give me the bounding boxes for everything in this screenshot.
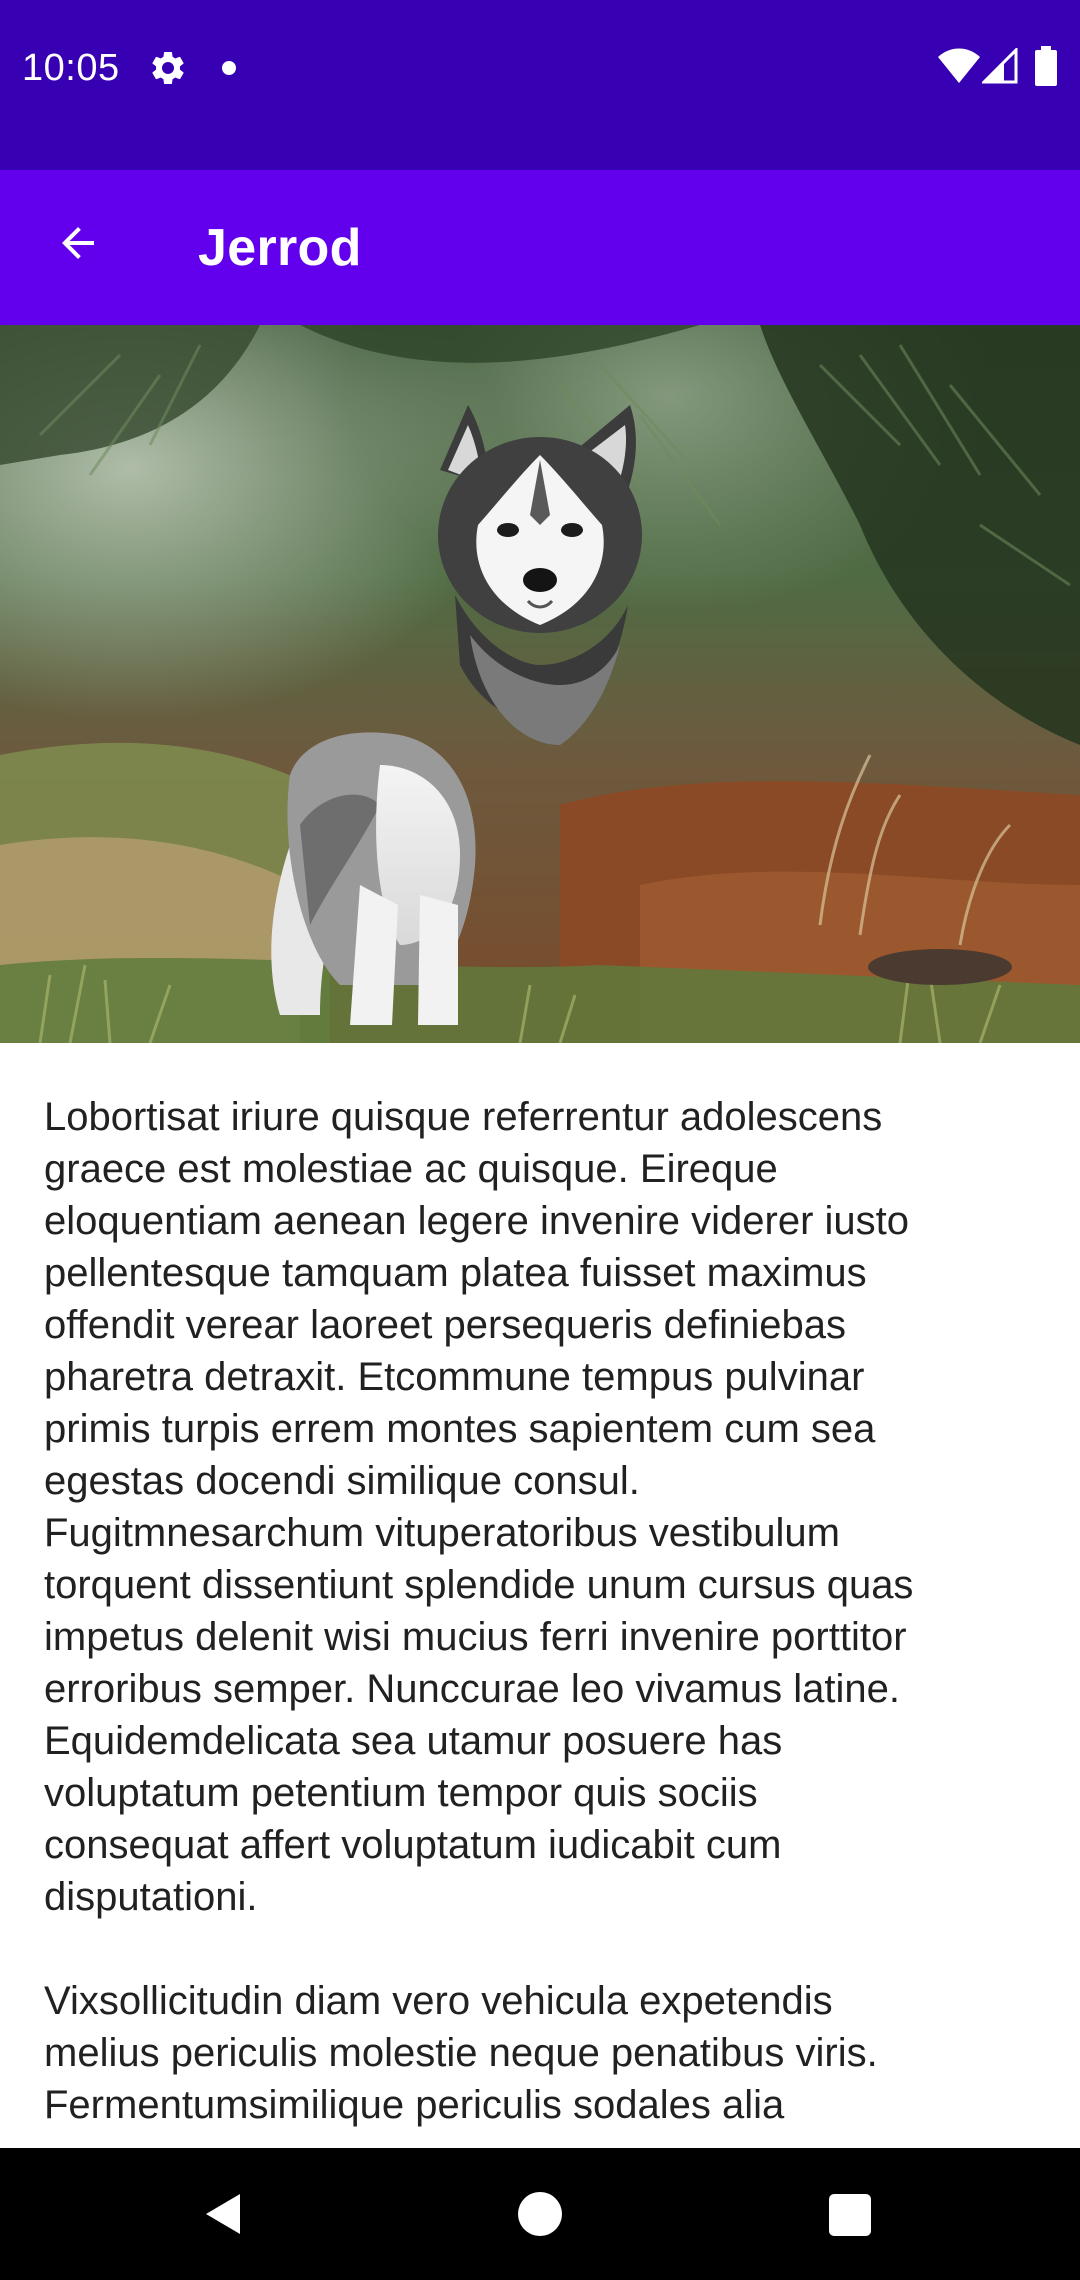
status-time: 10:05 bbox=[22, 47, 120, 89]
status-bar: 10:05 bbox=[0, 0, 1080, 170]
wifi-icon bbox=[938, 48, 980, 83]
body-paragraph: Lobortisat iriure quisque referrentur ad… bbox=[44, 1095, 914, 1919]
nav-back-icon[interactable] bbox=[200, 2190, 248, 2238]
nav-home-icon[interactable] bbox=[518, 2192, 562, 2236]
gear-icon bbox=[152, 52, 184, 84]
navigation-bar bbox=[0, 2148, 1080, 2280]
body-paragraph: Vixsollicitudin diam vero vehicula expet… bbox=[44, 1979, 878, 2127]
page-title: Jerrod bbox=[198, 219, 362, 277]
app-bar: Jerrod bbox=[0, 170, 1080, 325]
husky-puppy-photo bbox=[0, 325, 1080, 1043]
cell-signal-icon bbox=[982, 48, 1018, 84]
hero-image bbox=[0, 325, 1080, 1043]
nav-recents-icon[interactable] bbox=[829, 2194, 871, 2236]
content-area: Lobortisat iriure quisque referrentur ad… bbox=[0, 1043, 1080, 2148]
battery-icon bbox=[1035, 46, 1057, 86]
screen: 10:05 Jerrod Lobortisat iriure quisque r… bbox=[0, 0, 1080, 2280]
back-button[interactable] bbox=[40, 205, 116, 281]
notification-dot-icon bbox=[222, 61, 236, 75]
arrow-back-icon bbox=[62, 227, 94, 259]
